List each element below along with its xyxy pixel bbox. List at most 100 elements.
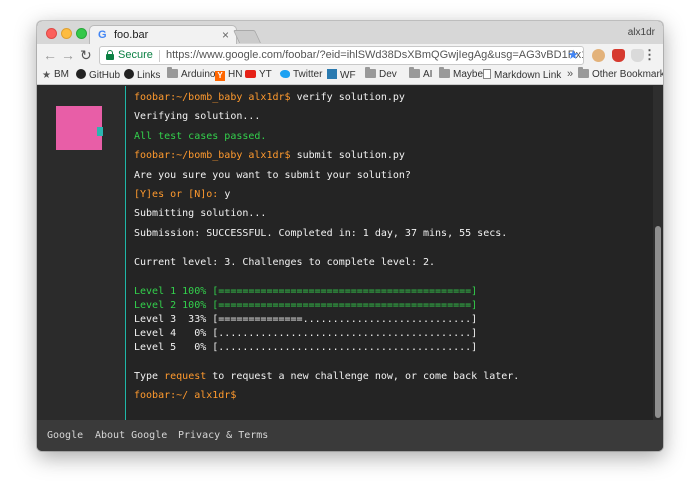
star-icon: ★ [42,70,51,81]
bookmark-yt[interactable]: YT [245,69,272,80]
terminal-line: All test cases passed. [134,131,266,143]
terminal-line: Level 4 0% [............................… [134,328,477,340]
terminal-highlight: foobar:~/ alx1dr$ [134,390,237,401]
bookmark-label: Other Bookmarks [592,69,663,80]
bookmark-label: WF [340,70,356,81]
address-bar[interactable]: Secure https://www.google.com/foobar/?ei… [99,46,584,65]
profile-panel [37,86,125,420]
bookmark-label: BM [53,69,69,80]
more-bookmarks-chevron-icon[interactable]: » [567,68,573,80]
terminal-line: Level 1 100% [==========================… [134,286,477,298]
terminal-text: Submission: SUCCESSFUL. Completed in: 1 … [134,228,508,239]
terminal-line: [Y]es or [N]o: y [134,189,230,201]
bookmark-label: Links [137,70,161,81]
scrollbar[interactable] [653,86,663,420]
minimize-window-button[interactable] [61,28,72,39]
bookmark-label: Markdown Link [494,70,562,81]
terminal-line: Current level: 3. Challenges to complete… [134,257,435,269]
terminal-text: Type [134,371,165,382]
tab-close-icon[interactable]: × [222,28,229,42]
tab-foobar[interactable]: G foo.bar × [89,25,237,45]
forward-arrow-icon[interactable]: → [61,47,75,63]
terminal-text: y [218,189,231,200]
page-footer: Google About Google Privacy & Terms [37,420,663,451]
bookmark-ai[interactable]: AI [409,67,433,80]
hacker-news-icon: Y [215,71,225,81]
terminal-text: Verifying solution... [134,111,261,122]
new-tab-button[interactable] [232,30,262,43]
bookmark-label: Maybe [453,69,484,80]
terminal-success-text: Level 1 100% [==========================… [134,286,478,297]
footer-link-google[interactable]: Google [47,430,83,441]
youtube-icon [245,70,256,78]
page-icon [483,69,491,79]
terminal-highlight: foobar:~/bomb_baby alx1dr$ [134,92,291,103]
avatar [56,106,103,150]
terminal-line: foobar:~/ alx1dr$ [134,390,236,402]
terminal-line: Level 3 33% [==============.............… [134,314,477,326]
bookmark-arduino[interactable]: Arduino [167,67,215,80]
profile-name[interactable]: alx1dr [628,27,655,38]
folder-icon [439,67,450,78]
terminal-divider [125,86,126,420]
terminal-success-text: Level 2 100% [==========================… [134,300,478,311]
ublock-shield-icon[interactable] [612,49,625,62]
url-text[interactable]: https://www.google.com/foobar/?eid=ihlSW… [166,49,583,61]
bookmark-label: GitHub [89,70,121,81]
terminal-line: Submitting solution... [134,208,266,220]
tab-title: foo.bar [114,29,149,41]
footer-link-about-google[interactable]: About Google [95,430,167,441]
terminal-text: verify solution.py [290,92,405,103]
reload-icon[interactable]: ↻ [80,47,92,63]
terminal-text: Submitting solution... [134,208,267,219]
bookmark-markdown-link[interactable]: Markdown Link [483,69,561,81]
bookmark-label: AI [423,69,433,80]
terminal-line: Verifying solution... [134,111,260,123]
terminal-text: Level 4 0% [............................… [134,328,478,339]
bookmark-label: HN [228,69,243,80]
terminal-text: Level 5 0% [............................… [134,342,478,353]
github-icon [124,69,134,79]
bookmark-star-icon[interactable]: ★ [567,47,579,63]
terminal-line: foobar:~/bomb_baby alx1dr$ submit soluti… [134,150,405,162]
scrollbar-thumb[interactable] [655,226,661,418]
extension-avatar-icon[interactable] [592,49,605,62]
bookmark-maybe[interactable]: Maybe [439,67,484,80]
terminal-text: Level 3 33% [==============.............… [134,314,478,325]
browser-window: G foo.bar × alx1dr ← → ↻ Secure https://… [37,21,663,451]
bookmark-twitter[interactable]: Twitter [280,69,322,80]
bookmark-wf[interactable]: WF [327,69,356,81]
browser-toolbar: ← → ↻ Secure https://www.google.com/foob… [37,44,663,67]
avatar-accent [97,127,103,136]
bookmark-label: YT [259,69,272,80]
back-arrow-icon[interactable]: ← [43,47,57,63]
browser-menu-icon[interactable]: ⋮ [643,47,656,63]
zoom-window-button[interactable] [76,28,87,39]
bookmark-links[interactable]: Links [124,69,160,81]
title-bar: G foo.bar × alx1dr [37,21,663,45]
folder-icon [167,67,178,78]
terminal-line: Are you sure you want to submit your sol… [134,170,411,182]
terminal-highlight: foobar:~/bomb_baby alx1dr$ [134,150,291,161]
bookmark-other-bookmarks[interactable]: Other Bookmarks [578,67,663,80]
terminal-line: Level 2 100% [==========================… [134,300,477,312]
terminal-text: to request a new challenge now, or come … [206,371,520,382]
twitter-icon [280,70,290,78]
footer-link-privacy-terms[interactable]: Privacy & Terms [178,430,268,441]
lock-icon [106,50,114,60]
terminal-highlight: request [164,371,207,382]
bookmark-label: Dev [379,69,397,80]
folder-icon [365,67,376,78]
terminal-text: submit solution.py [290,150,405,161]
bookmark-dev[interactable]: Dev [365,67,397,80]
close-window-button[interactable] [46,28,57,39]
bookmark-github[interactable]: GitHub [76,69,120,81]
terminal-output[interactable]: foobar:~/bomb_baby alx1dr$ verify soluti… [134,92,644,416]
folder-icon [578,67,589,78]
terminal-line: Level 5 0% [............................… [134,342,477,354]
bookmarks-bar: » ★ BM GitHub Links Arduino Y HN YT Twitter WF Dev… [37,67,663,85]
terminal-text: Are you sure you want to submit your sol… [134,170,411,181]
bookmark-label: Twitter [293,69,323,80]
bookmark-hn[interactable]: Y HN [215,69,242,81]
bookmark-bm[interactable]: ★ BM [42,69,69,81]
